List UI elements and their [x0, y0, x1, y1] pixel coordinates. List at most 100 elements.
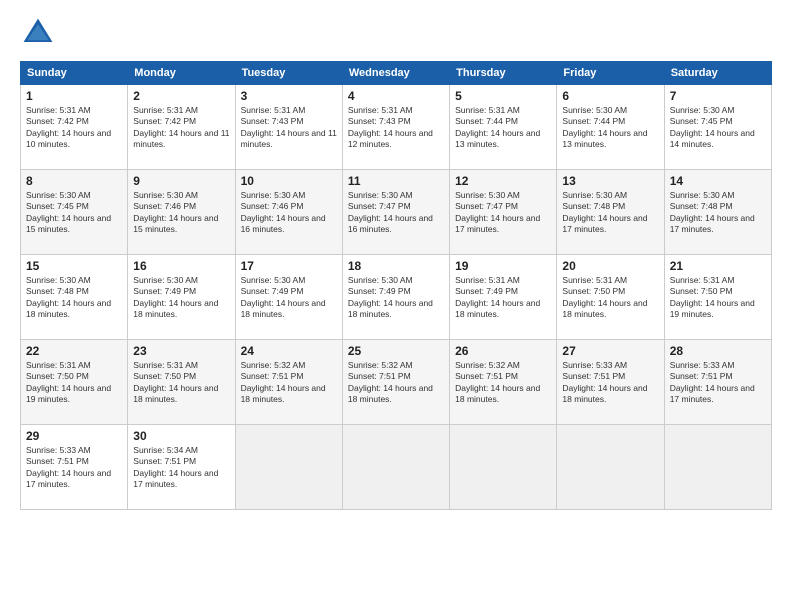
- calendar-header-saturday: Saturday: [664, 62, 771, 85]
- day-content: Sunrise: 5:32 AMSunset: 7:51 PMDaylight:…: [241, 360, 337, 406]
- calendar-day-cell: 7 Sunrise: 5:30 AMSunset: 7:45 PMDaylight…: [664, 85, 771, 170]
- calendar-day-cell: 1 Sunrise: 5:31 AMSunset: 7:42 PMDaylight…: [21, 85, 128, 170]
- calendar-day-cell: 19Sunrise: 5:31 AMSunset: 7:49 PMDayligh…: [450, 255, 557, 340]
- day-number: 16: [133, 259, 229, 273]
- day-number: 13: [562, 174, 658, 188]
- calendar-day-cell: 12Sunrise: 5:30 AMSunset: 7:47 PMDayligh…: [450, 170, 557, 255]
- day-content: Sunrise: 5:30 AMSunset: 7:49 PMDaylight:…: [133, 275, 229, 321]
- day-content: Sunrise: 5:31 AMSunset: 7:50 PMDaylight:…: [26, 360, 122, 406]
- calendar-day-cell: 16 Sunrise: 5:30 AMSunset: 7:49 PMDayligh…: [128, 255, 235, 340]
- day-number: 9: [133, 174, 229, 188]
- day-number: 25: [348, 344, 444, 358]
- day-number: 15: [26, 259, 122, 273]
- day-number: 19: [455, 259, 551, 273]
- calendar-day-cell: 14 Sunrise: 5:30 AMSunset: 7:48 PMDayligh…: [664, 170, 771, 255]
- calendar-day-cell: 28Sunrise: 5:33 AMSunset: 7:51 PMDayligh…: [664, 340, 771, 425]
- page: SundayMondayTuesdayWednesdayThursdayFrid…: [0, 0, 792, 612]
- day-content: Sunrise: 5:33 AMSunset: 7:51 PMDaylight:…: [26, 445, 122, 491]
- day-content: Sunrise: 5:30 AMSunset: 7:48 PMDaylight:…: [26, 275, 122, 321]
- calendar-day-cell: 17Sunrise: 5:30 AMSunset: 7:49 PMDayligh…: [235, 255, 342, 340]
- day-number: 29: [26, 429, 122, 443]
- calendar-day-cell: 23 Sunrise: 5:31 AMSunset: 7:50 PMDayligh…: [128, 340, 235, 425]
- calendar-day-cell: 8 Sunrise: 5:30 AMSunset: 7:45 PMDaylight…: [21, 170, 128, 255]
- calendar-header-tuesday: Tuesday: [235, 62, 342, 85]
- calendar-day-cell: 2 Sunrise: 5:31 AMSunset: 7:42 PMDaylight…: [128, 85, 235, 170]
- day-content: Sunrise: 5:31 AMSunset: 7:42 PMDaylight:…: [133, 105, 229, 151]
- day-number: 7: [670, 89, 766, 103]
- calendar-table: SundayMondayTuesdayWednesdayThursdayFrid…: [20, 61, 772, 510]
- day-content: Sunrise: 5:30 AMSunset: 7:46 PMDaylight:…: [241, 190, 337, 236]
- empty-cell: [557, 425, 664, 510]
- day-content: Sunrise: 5:30 AMSunset: 7:47 PMDaylight:…: [348, 190, 444, 236]
- calendar-day-cell: 18 Sunrise: 5:30 AMSunset: 7:49 PMDayligh…: [342, 255, 449, 340]
- day-content: Sunrise: 5:31 AMSunset: 7:42 PMDaylight:…: [26, 105, 122, 151]
- calendar-day-cell: 10 Sunrise: 5:30 AMSunset: 7:46 PMDayligh…: [235, 170, 342, 255]
- calendar-header-friday: Friday: [557, 62, 664, 85]
- calendar-day-cell: 6Sunrise: 5:30 AMSunset: 7:44 PMDaylight…: [557, 85, 664, 170]
- calendar-header-thursday: Thursday: [450, 62, 557, 85]
- calendar-header-row: SundayMondayTuesdayWednesdayThursdayFrid…: [21, 62, 772, 85]
- calendar-header-sunday: Sunday: [21, 62, 128, 85]
- day-number: 10: [241, 174, 337, 188]
- day-content: Sunrise: 5:31 AMSunset: 7:43 PMDaylight:…: [348, 105, 444, 151]
- day-number: 1: [26, 89, 122, 103]
- day-number: 23: [133, 344, 229, 358]
- calendar-day-cell: 9 Sunrise: 5:30 AMSunset: 7:46 PMDaylight…: [128, 170, 235, 255]
- day-content: Sunrise: 5:31 AMSunset: 7:43 PMDaylight:…: [241, 105, 337, 151]
- calendar-week-row: 29 Sunrise: 5:33 AMSunset: 7:51 PMDayligh…: [21, 425, 772, 510]
- calendar-day-cell: 4 Sunrise: 5:31 AMSunset: 7:43 PMDaylight…: [342, 85, 449, 170]
- day-number: 20: [562, 259, 658, 273]
- day-content: Sunrise: 5:32 AMSunset: 7:51 PMDaylight:…: [348, 360, 444, 406]
- calendar-day-cell: 24 Sunrise: 5:32 AMSunset: 7:51 PMDayligh…: [235, 340, 342, 425]
- day-number: 26: [455, 344, 551, 358]
- logo-icon: [20, 15, 56, 51]
- day-content: Sunrise: 5:33 AMSunset: 7:51 PMDaylight:…: [670, 360, 766, 406]
- empty-cell: [235, 425, 342, 510]
- day-number: 4: [348, 89, 444, 103]
- day-content: Sunrise: 5:31 AMSunset: 7:50 PMDaylight:…: [670, 275, 766, 321]
- calendar-day-cell: 15 Sunrise: 5:30 AMSunset: 7:48 PMDayligh…: [21, 255, 128, 340]
- calendar-day-cell: 20 Sunrise: 5:31 AMSunset: 7:50 PMDayligh…: [557, 255, 664, 340]
- day-number: 21: [670, 259, 766, 273]
- day-content: Sunrise: 5:30 AMSunset: 7:49 PMDaylight:…: [348, 275, 444, 321]
- day-content: Sunrise: 5:30 AMSunset: 7:48 PMDaylight:…: [562, 190, 658, 236]
- day-content: Sunrise: 5:30 AMSunset: 7:45 PMDaylight:…: [26, 190, 122, 236]
- calendar-day-cell: 3 Sunrise: 5:31 AMSunset: 7:43 PMDaylight…: [235, 85, 342, 170]
- empty-cell: [342, 425, 449, 510]
- day-number: 5: [455, 89, 551, 103]
- calendar-week-row: 1 Sunrise: 5:31 AMSunset: 7:42 PMDaylight…: [21, 85, 772, 170]
- day-content: Sunrise: 5:30 AMSunset: 7:48 PMDaylight:…: [670, 190, 766, 236]
- day-content: Sunrise: 5:32 AMSunset: 7:51 PMDaylight:…: [455, 360, 551, 406]
- day-number: 3: [241, 89, 337, 103]
- day-content: Sunrise: 5:30 AMSunset: 7:49 PMDaylight:…: [241, 275, 337, 321]
- day-number: 24: [241, 344, 337, 358]
- empty-cell: [450, 425, 557, 510]
- calendar-header-wednesday: Wednesday: [342, 62, 449, 85]
- calendar-week-row: 8 Sunrise: 5:30 AMSunset: 7:45 PMDaylight…: [21, 170, 772, 255]
- calendar-header-monday: Monday: [128, 62, 235, 85]
- day-content: Sunrise: 5:31 AMSunset: 7:50 PMDaylight:…: [562, 275, 658, 321]
- day-content: Sunrise: 5:31 AMSunset: 7:50 PMDaylight:…: [133, 360, 229, 406]
- day-number: 12: [455, 174, 551, 188]
- day-content: Sunrise: 5:30 AMSunset: 7:46 PMDaylight:…: [133, 190, 229, 236]
- calendar-day-cell: 25 Sunrise: 5:32 AMSunset: 7:51 PMDayligh…: [342, 340, 449, 425]
- day-content: Sunrise: 5:30 AMSunset: 7:45 PMDaylight:…: [670, 105, 766, 151]
- calendar-day-cell: 5 Sunrise: 5:31 AMSunset: 7:44 PMDaylight…: [450, 85, 557, 170]
- day-content: Sunrise: 5:34 AMSunset: 7:51 PMDaylight:…: [133, 445, 229, 491]
- day-content: Sunrise: 5:33 AMSunset: 7:51 PMDaylight:…: [562, 360, 658, 406]
- day-number: 11: [348, 174, 444, 188]
- empty-cell: [664, 425, 771, 510]
- day-number: 6: [562, 89, 658, 103]
- day-number: 2: [133, 89, 229, 103]
- day-number: 22: [26, 344, 122, 358]
- header: [20, 15, 772, 51]
- day-number: 18: [348, 259, 444, 273]
- calendar-day-cell: 13 Sunrise: 5:30 AMSunset: 7:48 PMDayligh…: [557, 170, 664, 255]
- day-content: Sunrise: 5:31 AMSunset: 7:44 PMDaylight:…: [455, 105, 551, 151]
- calendar-day-cell: 22 Sunrise: 5:31 AMSunset: 7:50 PMDayligh…: [21, 340, 128, 425]
- day-number: 14: [670, 174, 766, 188]
- day-number: 8: [26, 174, 122, 188]
- calendar-week-row: 22 Sunrise: 5:31 AMSunset: 7:50 PMDayligh…: [21, 340, 772, 425]
- calendar-day-cell: 26 Sunrise: 5:32 AMSunset: 7:51 PMDayligh…: [450, 340, 557, 425]
- logo: [20, 15, 60, 51]
